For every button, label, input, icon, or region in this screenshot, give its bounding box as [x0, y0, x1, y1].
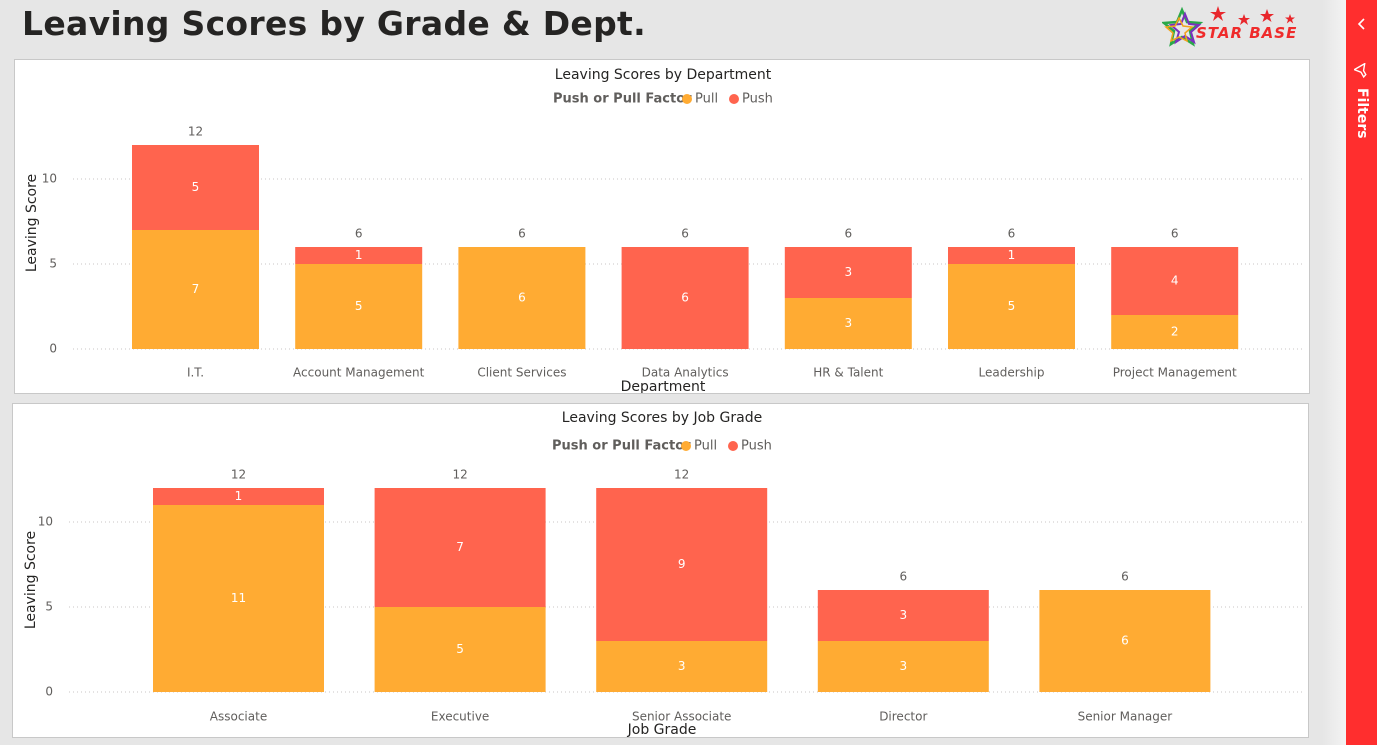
x-tick-label: Project Management [1113, 366, 1237, 380]
data-label-pull: 11 [231, 591, 246, 605]
x-tick-label: Data Analytics [642, 366, 729, 380]
data-label-pull: 5 [456, 642, 464, 656]
data-label-pull: 7 [192, 282, 200, 296]
data-label-push: 3 [899, 608, 907, 622]
x-tick-label: Senior Associate [632, 710, 731, 724]
x-tick-label: Leadership [979, 366, 1045, 380]
department-chart-panel[interactable]: Leaving Scores by Department Push or Pull… [14, 59, 1310, 394]
report-title: Leaving Scores by Grade & Dept. [22, 4, 646, 43]
x-tick-label: Executive [431, 710, 489, 724]
filter-icon[interactable] [1354, 63, 1370, 79]
total-label: 6 [1171, 227, 1179, 241]
total-label: 6 [844, 227, 852, 241]
data-label-pull: 3 [678, 659, 686, 673]
data-label-pull: 6 [518, 291, 526, 305]
data-label-push: 5 [192, 180, 200, 194]
star-base-logo: STAR BASE [1160, 4, 1302, 54]
total-label: 6 [899, 570, 907, 584]
x-tick-label: Associate [210, 710, 267, 724]
y-axis-title: Leaving Score [23, 531, 39, 629]
legend-pull-label: Pull [695, 92, 718, 107]
x-tick-label: Client Services [477, 366, 566, 380]
total-label: 12 [674, 468, 689, 482]
y-tick-label: 10 [38, 515, 53, 529]
data-label-pull: 5 [355, 299, 363, 313]
y-tick-label: 0 [45, 685, 53, 699]
total-label: 6 [1121, 570, 1129, 584]
y-tick-label: 5 [49, 257, 57, 271]
data-label-push: 1 [235, 489, 243, 503]
total-label: 6 [355, 227, 363, 241]
data-label-push: 4 [1171, 274, 1179, 288]
data-label-pull: 3 [844, 316, 852, 330]
y-axis-title: Leaving Score [24, 174, 40, 272]
data-label-pull: 3 [899, 659, 907, 673]
total-label: 6 [1008, 227, 1016, 241]
chevron-left-icon[interactable] [1354, 16, 1370, 32]
filters-label[interactable]: Filters [1354, 88, 1370, 139]
y-tick-label: 5 [45, 600, 53, 614]
x-tick-label: Senior Manager [1078, 710, 1173, 724]
filters-pane[interactable]: Filters [1346, 0, 1377, 745]
x-tick-label: I.T. [187, 366, 204, 380]
data-label-push: 1 [1008, 248, 1016, 262]
x-tick-label: HR & Talent [813, 366, 883, 380]
data-label-pull: 2 [1171, 325, 1179, 339]
chart-title: Leaving Scores by Job Grade [562, 410, 762, 426]
legend-title: Push or Pull Factor [552, 439, 691, 454]
x-tick-label: Director [879, 710, 927, 724]
data-label-push: 7 [456, 540, 464, 554]
legend-pull-label: Pull [694, 439, 717, 454]
filters-pane-shadow [1322, 0, 1346, 745]
x-tick-label: Account Management [293, 366, 425, 380]
x-axis-title: Department [621, 379, 706, 393]
total-label: 6 [681, 227, 689, 241]
department-stacked-bar-chart: Leaving Scores by Department Push or Pull… [24, 67, 1305, 393]
legend-push-marker [729, 94, 739, 104]
chart-title: Leaving Scores by Department [555, 67, 772, 83]
y-tick-label: 10 [42, 172, 57, 186]
job-grade-stacked-bar-chart: Leaving Scores by Job Grade Push or Pull … [23, 410, 1305, 737]
legend-push-marker [728, 441, 738, 451]
job-grade-chart-panel[interactable]: Leaving Scores by Job Grade Push or Pull … [12, 403, 1309, 738]
data-label-pull: 5 [1008, 299, 1016, 313]
legend-push-label: Push [742, 92, 773, 107]
total-label: 12 [452, 468, 467, 482]
data-label-push: 3 [844, 265, 852, 279]
legend-pull-marker [682, 94, 692, 104]
legend-pull-marker [681, 441, 691, 451]
total-label: 6 [518, 227, 526, 241]
data-label-push: 9 [678, 557, 686, 571]
data-label-pull: 6 [1121, 634, 1129, 648]
data-label-push: 6 [681, 291, 689, 305]
legend-title: Push or Pull Factor [553, 92, 692, 107]
data-label-push: 1 [355, 248, 363, 262]
total-label: 12 [188, 125, 203, 139]
total-label: 12 [231, 468, 246, 482]
logo-text: STAR BASE [1196, 24, 1298, 42]
y-tick-label: 0 [49, 342, 57, 356]
x-axis-title: Job Grade [627, 722, 697, 737]
legend-push-label: Push [741, 439, 772, 454]
